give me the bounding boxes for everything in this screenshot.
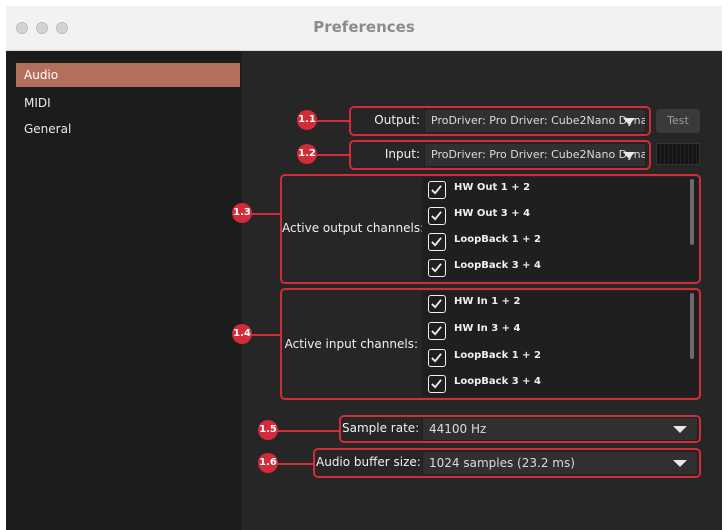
buffer-size-value: 1024 samples (23.2 ms)	[429, 456, 575, 470]
output-channels-scrollbar[interactable]	[690, 179, 694, 245]
annotation-connector	[315, 120, 349, 122]
annotation-badge-1-6: 1.6	[258, 453, 278, 473]
checkbox-checked-icon	[428, 181, 446, 199]
chevron-down-icon	[673, 460, 687, 467]
checkbox-checked-icon	[428, 207, 446, 225]
annotation-connector	[276, 430, 339, 432]
annotation-connector	[315, 154, 349, 156]
input-channel-label: LoopBack 1 + 2	[454, 350, 541, 361]
chevron-down-icon	[623, 152, 635, 159]
output-channel-label: LoopBack 3 + 4	[454, 260, 541, 271]
output-channels-list[interactable]: HW Out 1 + 2 HW Out 3 + 4 LoopBack 1 + 2…	[422, 177, 698, 281]
input-channels-list[interactable]: HW In 1 + 2 HW In 3 + 4 LoopBack 1 + 2 L…	[422, 291, 698, 397]
input-device-dropdown[interactable]: ProDriver: Pro Driver: Cube2Nano Dyna	[424, 143, 646, 167]
window-title: Preferences	[313, 18, 415, 36]
buffer-size-label: Audio buffer size:	[316, 455, 421, 469]
checkbox-checked-icon	[428, 322, 446, 340]
test-button[interactable]: Test	[656, 109, 700, 133]
chevron-down-icon	[623, 118, 635, 125]
annotation-badge-1-4: 1.4	[232, 324, 252, 344]
output-device-dropdown[interactable]: ProDriver: Pro Driver: Cube2Nano Dyna	[424, 109, 646, 133]
annotation-connector	[250, 213, 280, 215]
sample-rate-label: Sample rate:	[342, 421, 420, 435]
output-channels-label: Active output channels:	[282, 221, 425, 235]
sidebar: Audio MIDI General	[6, 51, 242, 530]
checkbox-checked-icon	[428, 375, 446, 393]
chevron-down-icon	[673, 426, 687, 433]
checkbox-checked-icon	[428, 233, 446, 251]
output-channel-label: HW Out 1 + 2	[454, 182, 531, 193]
title-bar: Preferences	[6, 6, 722, 51]
input-channels-scrollbar[interactable]	[690, 293, 694, 359]
buffer-size-dropdown[interactable]: 1024 samples (23.2 ms)	[422, 451, 698, 475]
output-label: Output:	[374, 113, 420, 127]
input-channel-label: HW In 3 + 4	[454, 323, 521, 334]
annotation-badge-1-2: 1.2	[297, 144, 317, 164]
sample-rate-dropdown[interactable]: 44100 Hz	[422, 417, 698, 441]
output-channel-label: LoopBack 1 + 2	[454, 234, 541, 245]
sidebar-item-audio[interactable]: Audio	[16, 63, 240, 87]
input-channel-label: HW In 1 + 2	[454, 296, 521, 307]
output-device-value: ProDriver: Pro Driver: Cube2Nano Dyna	[431, 114, 646, 127]
sidebar-item-general[interactable]: General	[16, 117, 240, 141]
annotation-badge-1-5: 1.5	[258, 420, 278, 440]
input-level-meter	[656, 143, 700, 165]
input-channel-label: LoopBack 3 + 4	[454, 376, 541, 387]
annotation-connector	[250, 334, 280, 336]
annotation-connector	[276, 463, 313, 465]
input-channels-label: Active input channels:	[284, 337, 418, 351]
output-channel-label: HW Out 3 + 4	[454, 208, 531, 219]
sidebar-item-midi[interactable]: MIDI	[16, 91, 240, 115]
preferences-window: Preferences Audio MIDI General Output: P…	[6, 6, 722, 530]
checkbox-checked-icon	[428, 295, 446, 313]
annotation-badge-1-1: 1.1	[297, 110, 317, 130]
annotation-badge-1-3: 1.3	[232, 203, 252, 223]
input-label: Input:	[384, 147, 420, 161]
sample-rate-value: 44100 Hz	[429, 422, 487, 436]
checkbox-checked-icon	[428, 259, 446, 277]
checkbox-checked-icon	[428, 349, 446, 367]
input-device-value: ProDriver: Pro Driver: Cube2Nano Dyna	[431, 148, 646, 161]
